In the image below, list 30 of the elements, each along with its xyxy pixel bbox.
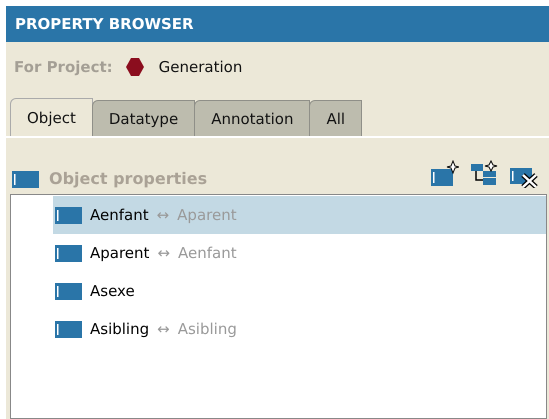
add-property-icon[interactable]	[429, 160, 459, 188]
project-icon	[124, 57, 145, 77]
property-name: Asexe	[90, 282, 135, 300]
tab[interactable]: Datatype	[92, 100, 196, 136]
tab[interactable]: Annotation	[194, 100, 310, 136]
list-row[interactable]: Asibling ↔ Asibling	[53, 310, 546, 348]
inverse-name: Aparent	[177, 206, 237, 224]
inverse-arrow: ↔	[157, 320, 170, 338]
property-icon	[55, 282, 82, 300]
inverse-name: Aenfant	[178, 244, 237, 262]
window-title: PROPERTY BROWSER	[6, 6, 549, 42]
add-subproperty-icon[interactable]	[469, 160, 499, 188]
tab[interactable]: All	[309, 100, 362, 136]
list-row[interactable]: Asexe	[53, 272, 546, 310]
property-icon	[55, 206, 82, 224]
project-name: Generation	[158, 58, 242, 76]
list-row[interactable]: Aparent ↔ Aenfant	[53, 234, 546, 272]
property-name: Aparent	[90, 244, 150, 262]
property-name: Aenfant	[90, 206, 149, 224]
list-row[interactable]: Aenfant ↔ Aparent	[53, 196, 546, 234]
tab[interactable]: Object	[10, 98, 93, 136]
property-icon	[55, 320, 82, 338]
inverse-arrow: ↔	[156, 206, 170, 224]
inverse-name: Asibling	[178, 320, 237, 338]
property-icon	[12, 171, 39, 188]
property-icon	[55, 244, 82, 262]
property-name: Asibling	[90, 320, 150, 338]
section-title: Object properties	[49, 169, 208, 188]
inverse-arrow: ↔	[157, 244, 170, 262]
project-label: For Project:	[14, 58, 113, 76]
